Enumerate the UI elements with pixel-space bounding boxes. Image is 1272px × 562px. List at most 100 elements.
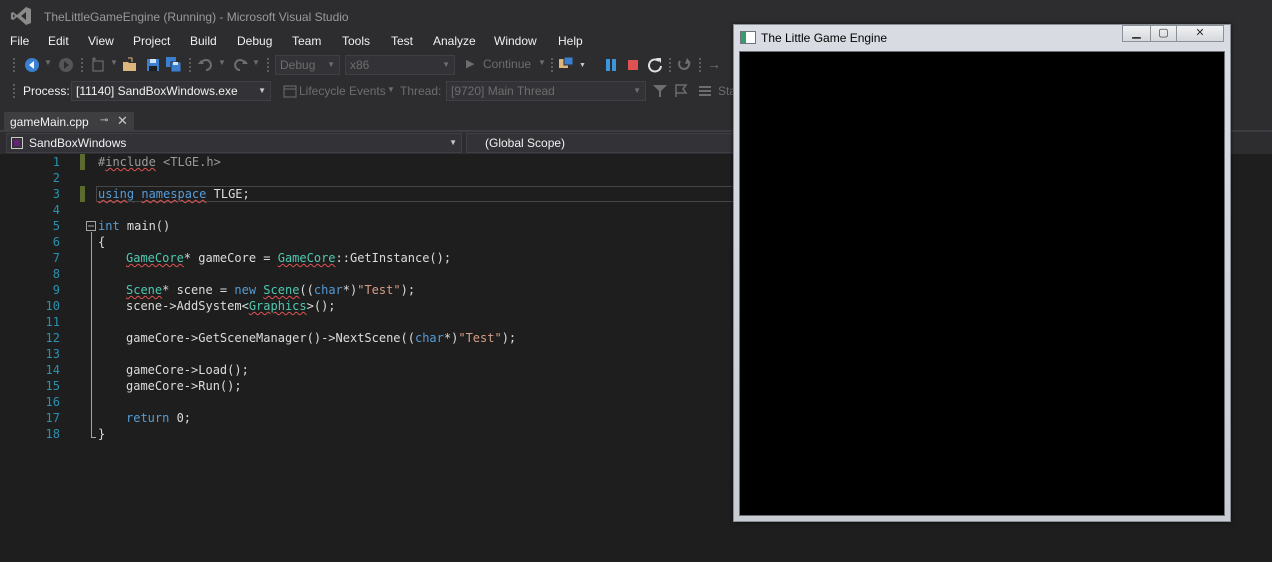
navigate-back-icon[interactable] — [24, 57, 40, 73]
line-number: 17 — [45, 411, 60, 425]
continue-play-icon[interactable]: ▶ — [466, 57, 474, 70]
code-line: Scene* scene = new Scene((char*)"Test"); — [126, 283, 416, 297]
navigate-forward-icon[interactable] — [58, 57, 74, 73]
code-line: gameCore->Load(); — [126, 363, 249, 377]
minimize-button[interactable]: ▁ — [1122, 25, 1151, 42]
tab-label: gameMain.cpp — [10, 115, 89, 129]
chevron-down-icon[interactable]: ▼ — [218, 58, 226, 67]
toolbar-grip[interactable] — [12, 57, 16, 73]
line-number: 2 — [52, 171, 60, 185]
project-icon — [11, 137, 23, 149]
chevron-down-icon[interactable]: ▼ — [538, 58, 546, 67]
chevron-down-icon: ▼ — [258, 86, 266, 95]
code-line: using namespace TLGE; — [98, 187, 250, 201]
line-number: 9 — [52, 283, 60, 297]
menu-window[interactable]: Window — [494, 34, 537, 48]
lifecycle-events-icon[interactable] — [282, 83, 298, 99]
configuration-value: Debug — [280, 58, 316, 72]
platform-value: x86 — [350, 58, 370, 72]
solution-configuration-dropdown[interactable]: Debug ▼ — [275, 55, 340, 75]
code-line: #include <TLGE.h> — [98, 155, 221, 169]
change-tracking-marker — [80, 154, 85, 170]
change-tracking-marker — [80, 186, 85, 202]
redo-icon[interactable] — [232, 57, 248, 73]
editor-margin — [0, 154, 24, 562]
chevron-down-icon[interactable]: ▼ — [387, 85, 395, 94]
toolbar-grip — [698, 57, 702, 73]
line-number: 13 — [45, 347, 60, 361]
code-line: gameCore->Run(); — [126, 379, 242, 393]
chevron-down-icon[interactable]: ▼ — [110, 58, 118, 67]
outline-guide-end — [91, 437, 96, 438]
scope-dropdown[interactable]: (Global Scope) — [466, 133, 746, 153]
menu-help[interactable]: Help — [558, 34, 583, 48]
process-value: [11140] SandBoxWindows.exe — [76, 84, 238, 98]
filter-icon[interactable] — [652, 83, 668, 99]
line-number: 3 — [52, 187, 60, 201]
thread-label: Thread: — [400, 84, 442, 98]
save-icon[interactable] — [145, 57, 161, 73]
menu-analyze[interactable]: Analyze — [433, 34, 476, 48]
window-title: TheLittleGameEngine (Running) - Microsof… — [44, 10, 349, 24]
menu-project[interactable]: Project — [133, 34, 170, 48]
menu-debug[interactable]: Debug — [237, 34, 272, 48]
line-number: 5 — [52, 219, 60, 233]
toolbar-grip — [12, 83, 16, 99]
line-number: 14 — [45, 363, 60, 377]
menu-test[interactable]: Test — [391, 34, 413, 48]
process-dropdown[interactable]: [11140] SandBoxWindows.exe ▼ — [71, 81, 271, 101]
line-number: 10 — [45, 299, 60, 313]
open-file-icon[interactable] — [122, 57, 138, 73]
restart-icon[interactable] — [647, 57, 663, 73]
menu-build[interactable]: Build — [190, 34, 217, 48]
chevron-down-icon: ▼ — [633, 86, 641, 95]
close-button[interactable]: ✕ — [1176, 25, 1224, 42]
save-all-icon[interactable] — [166, 57, 182, 73]
toolbar-grip — [668, 57, 672, 73]
code-line: GameCore* gameCore = GameCore::GetInstan… — [126, 251, 452, 265]
line-number: 1 — [52, 155, 60, 169]
step-into-arrow-icon[interactable]: → — [707, 56, 721, 72]
menu-team[interactable]: Team — [292, 34, 321, 48]
chevron-down-icon: ▼ — [327, 60, 335, 69]
menu-view[interactable]: View — [88, 34, 114, 48]
minimize-icon: ▁ — [1132, 27, 1141, 39]
process-select-icon[interactable] — [558, 56, 574, 72]
solution-platform-dropdown[interactable]: x86 ▼ — [345, 55, 455, 75]
new-project-icon[interactable] — [90, 57, 106, 73]
lifecycle-events-button[interactable]: Lifecycle Events — [299, 84, 386, 98]
close-tab-icon[interactable]: ✕ — [117, 113, 128, 129]
code-line: gameCore->GetSceneManager()->NextScene((… — [126, 331, 517, 345]
line-number: 16 — [45, 395, 60, 409]
collapse-outline-icon[interactable] — [86, 221, 96, 231]
app-window-icon — [740, 31, 756, 44]
chevron-down-icon: ▼ — [449, 138, 457, 147]
flag-threads-icon[interactable] — [673, 83, 689, 99]
stop-debugging-icon[interactable] — [625, 57, 641, 73]
break-all-pause-icon[interactable] — [603, 57, 619, 73]
code-line: } — [98, 427, 106, 441]
close-icon: ✕ — [1195, 27, 1205, 39]
game-render-canvas[interactable] — [739, 51, 1225, 516]
toolbar-grip — [188, 57, 192, 73]
project-dropdown[interactable]: SandBoxWindows ▼ — [6, 133, 462, 153]
chevron-down-icon[interactable]: ▼ — [579, 62, 586, 69]
code-line: { — [98, 235, 106, 249]
show-next-statement-icon[interactable] — [677, 57, 693, 73]
continue-button[interactable]: Continue — [483, 57, 531, 71]
chevron-down-icon[interactable]: ▼ — [44, 58, 52, 67]
line-number: 11 — [45, 315, 60, 329]
scope-value: (Global Scope) — [485, 136, 566, 150]
menu-tools[interactable]: Tools — [342, 34, 370, 48]
undo-icon[interactable] — [198, 57, 214, 73]
chevron-down-icon[interactable]: ▼ — [252, 58, 260, 67]
maximize-button[interactable]: ▢ — [1150, 25, 1177, 42]
pin-tab-icon[interactable]: ⊸ — [100, 115, 108, 126]
line-number: 8 — [52, 267, 60, 281]
code-line: int main() — [98, 219, 171, 233]
line-number: 6 — [52, 235, 60, 249]
menu-file[interactable]: File — [10, 34, 29, 48]
stack-frame-icon[interactable] — [697, 83, 713, 99]
thread-dropdown[interactable]: [9720] Main Thread ▼ — [446, 81, 646, 101]
menu-edit[interactable]: Edit — [48, 34, 69, 48]
